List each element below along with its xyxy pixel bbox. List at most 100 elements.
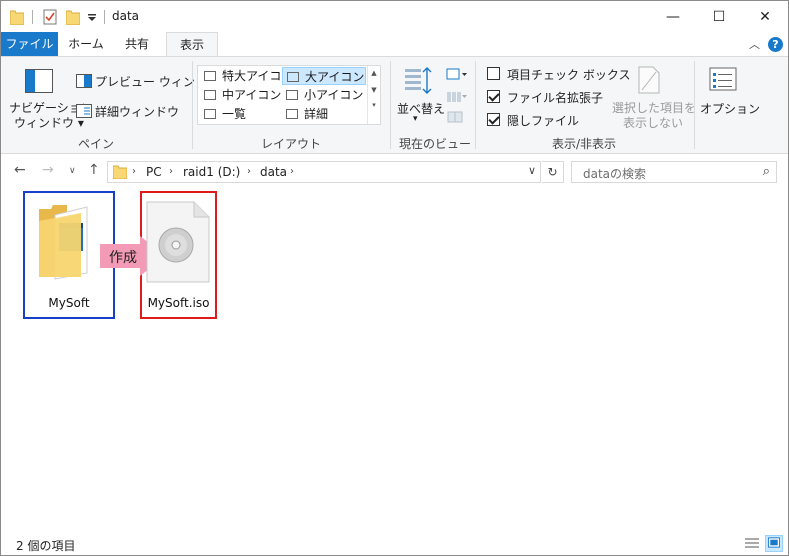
- arrow-label: 作成: [109, 250, 137, 266]
- properties-icon[interactable]: [43, 9, 57, 25]
- group-label-panes: ペイン: [77, 137, 114, 151]
- breadcrumb-data[interactable]: data: [260, 165, 287, 179]
- refresh-icon: ↻: [547, 165, 558, 179]
- layout-large-icons[interactable]: 大アイコン: [282, 67, 366, 85]
- item-count: 2 個の項目: [16, 539, 76, 553]
- add-columns-icon[interactable]: [446, 90, 468, 104]
- window-title: data: [112, 9, 140, 23]
- refresh-button[interactable]: ↻: [542, 161, 564, 183]
- preview-pane-icon: [76, 74, 92, 88]
- search-icon[interactable]: ⌕: [763, 164, 770, 179]
- minimize-icon: —: [666, 8, 680, 25]
- layout-medium-icons[interactable]: 中アイコン: [200, 86, 281, 104]
- file-extensions-checkbox[interactable]: [487, 90, 500, 103]
- options-button[interactable]: オプション: [700, 100, 760, 117]
- extra-large-icons-icon: [204, 71, 216, 81]
- back-arrow-icon[interactable]: ←: [14, 162, 26, 178]
- recent-locations-icon[interactable]: ∨: [69, 166, 76, 176]
- divider: [32, 10, 33, 24]
- file-list: MySoft 作成 MySoft.iso: [1, 188, 788, 533]
- group-divider: [192, 61, 193, 149]
- options-icon: [709, 67, 737, 91]
- sort-by-icon: [405, 67, 432, 94]
- scroll-up-icon[interactable]: ▲: [368, 69, 380, 77]
- details-view-icon: [745, 538, 759, 548]
- customize-toolbar-icon[interactable]: [87, 13, 97, 23]
- item-checkboxes-label: 項目チェック ボックス: [507, 68, 631, 82]
- chevron-right-icon[interactable]: ›: [290, 166, 294, 177]
- ribbon: ナビゲーション ウィンドウ ▾ プレビュー ウィンドウ 詳細ウィンドウ ペイン …: [1, 56, 788, 154]
- item-checkboxes-checkbox[interactable]: [487, 67, 500, 80]
- close-button[interactable]: ✕: [742, 1, 788, 32]
- small-icons-icon: [286, 90, 298, 100]
- sort-by-dropdown-icon[interactable]: ▾: [413, 114, 418, 124]
- maximize-icon: ☐: [712, 8, 726, 25]
- layout-gallery: 特大アイコン 大アイコン 中アイコン 小アイコン 一覧 詳細 ▲ ▼ ▾: [197, 65, 381, 125]
- size-columns-icon[interactable]: [446, 110, 468, 124]
- address-bar[interactable]: › PC › raid1 (D:) › data › ∨: [107, 161, 541, 183]
- folder-icon: [113, 165, 127, 179]
- hidden-items-checkbox[interactable]: [487, 113, 500, 126]
- layout-list[interactable]: 一覧: [200, 105, 280, 123]
- new-folder-icon[interactable]: [66, 9, 80, 25]
- layout-extra-large-icons[interactable]: 特大アイコン: [200, 67, 293, 85]
- explorer-window: data — ☐ ✕ ファイル ホーム 共有 表示 ︿ ? ナビゲーション ウィ…: [0, 0, 789, 556]
- medium-icons-icon: [204, 90, 216, 100]
- scroll-down-icon[interactable]: ▼: [368, 86, 380, 94]
- navigation-pane-icon: [25, 69, 53, 93]
- group-divider: [475, 61, 476, 149]
- minimize-button[interactable]: —: [650, 1, 696, 32]
- search-box[interactable]: dataの検索 ⌕: [571, 161, 777, 183]
- navigation-pane-label-2[interactable]: ウィンドウ ▾: [14, 114, 84, 131]
- list-item-iso[interactable]: MySoft.iso: [142, 193, 215, 317]
- divider: [104, 10, 105, 24]
- hide-selected-icon: [638, 66, 660, 94]
- group-label-current-view: 現在のビュー: [399, 137, 472, 151]
- forward-arrow-icon[interactable]: →: [42, 162, 54, 178]
- group-label-layout: レイアウト: [260, 137, 321, 151]
- group-by-icon[interactable]: [446, 68, 468, 82]
- large-icons-icon: [287, 72, 299, 82]
- collapse-ribbon-icon[interactable]: ︿: [749, 36, 760, 52]
- close-icon: ✕: [759, 8, 771, 25]
- file-extensions-label: ファイル名拡張子: [507, 91, 604, 105]
- layout-scroll[interactable]: ▲ ▼ ▾: [367, 66, 380, 124]
- group-divider: [390, 61, 391, 149]
- breadcrumb-drive[interactable]: raid1 (D:): [183, 165, 240, 179]
- layout-details[interactable]: 詳細: [282, 105, 366, 123]
- large-icons-view-button[interactable]: [765, 535, 783, 552]
- list-icon: [204, 109, 216, 119]
- hide-selected-label-2: 表示しない: [623, 116, 684, 130]
- chevron-right-icon[interactable]: ›: [169, 166, 173, 177]
- more-icon[interactable]: ▾: [368, 101, 380, 109]
- title-bar: data — ☐ ✕: [1, 1, 788, 32]
- details-icon: [286, 109, 298, 119]
- group-divider: [694, 61, 695, 149]
- chevron-right-icon[interactable]: ›: [247, 166, 251, 177]
- sort-by-button[interactable]: 並べ替え: [397, 100, 445, 117]
- tab-file[interactable]: ファイル: [1, 32, 58, 56]
- large-icons-view-icon: [767, 537, 781, 548]
- search-input[interactable]: dataの検索: [583, 165, 646, 182]
- details-view-button[interactable]: [743, 535, 761, 552]
- tab-view[interactable]: 表示: [166, 32, 218, 57]
- folder-icon: [10, 10, 24, 25]
- disc-image-icon: [146, 201, 210, 283]
- status-bar: 2 個の項目: [1, 533, 788, 555]
- item-name: MySoft: [48, 296, 90, 310]
- details-pane-button[interactable]: 詳細ウィンドウ: [95, 103, 179, 120]
- details-pane-icon: [76, 104, 92, 118]
- chevron-right-icon[interactable]: ›: [132, 166, 136, 177]
- layout-small-icons[interactable]: 小アイコン: [282, 86, 366, 104]
- help-icon[interactable]: ?: [768, 37, 783, 52]
- tab-share[interactable]: 共有: [114, 32, 160, 56]
- tab-home[interactable]: ホーム: [63, 32, 109, 56]
- folder-icon: [39, 205, 88, 280]
- breadcrumb-pc[interactable]: PC: [146, 165, 162, 179]
- item-name: MySoft.iso: [147, 296, 210, 310]
- chevron-down-icon[interactable]: ∨: [528, 164, 536, 177]
- ribbon-tabs: ファイル ホーム 共有 表示 ︿ ?: [1, 32, 788, 57]
- up-arrow-icon[interactable]: ↑: [88, 162, 100, 178]
- group-label-show-hide: 表示/非表示: [551, 137, 617, 151]
- maximize-button[interactable]: ☐: [696, 1, 742, 32]
